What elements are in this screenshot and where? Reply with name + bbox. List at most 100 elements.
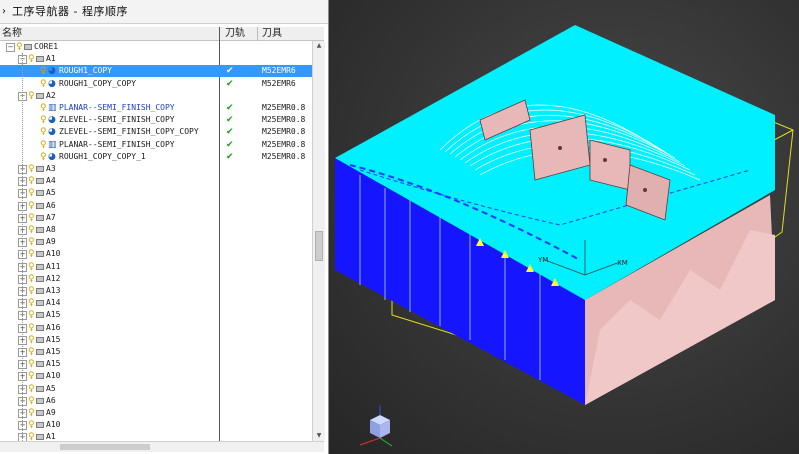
operation-icon: ▥	[48, 139, 57, 150]
tree-item-label: A6	[46, 395, 56, 405]
folder-icon	[36, 410, 44, 416]
graphics-viewport[interactable]: YM XM	[330, 0, 799, 454]
tree-group-row[interactable]: + ♀ A5	[0, 187, 312, 199]
tree-group-row[interactable]: + ♀ A15	[0, 358, 312, 370]
tree-group-row[interactable]: + ♀ A10	[0, 419, 312, 431]
view-triad-icon[interactable]	[359, 405, 393, 447]
folder-icon	[36, 202, 44, 209]
folder-icon	[36, 166, 44, 172]
tree-expander-icon[interactable]: −	[6, 43, 15, 52]
tree-group-row[interactable]: + ♀ A16	[0, 322, 312, 334]
scroll-down-icon[interactable]: ▼	[313, 431, 325, 441]
tree-operation-row[interactable]: ♀ ◕ ZLEVEL--SEMI_FINISH_COPY_COPY ✔ M25EMR0.…	[0, 126, 312, 138]
folder-icon	[36, 214, 44, 221]
tree-operation-row[interactable]: ♀ ▥ PLANAR--SEMI_FINISH_COPY ✔ M25EMR0.8	[0, 102, 312, 114]
folder-icon	[36, 239, 44, 246]
key-icon: ♀	[28, 261, 35, 272]
navigator-title: 工序导航器 - 程序顺序	[12, 5, 128, 18]
column-divider[interactable]	[257, 27, 258, 41]
xm-axis-label: XM	[617, 259, 628, 267]
key-icon: ♀	[40, 127, 47, 138]
scrollbar-thumb[interactable]	[315, 231, 323, 261]
key-icon: ♀	[28, 334, 35, 345]
key-icon: ♀	[40, 151, 47, 162]
tree-item-label: A4	[46, 176, 56, 186]
check-icon: ✔	[226, 115, 234, 126]
tree-group-row[interactable]: + ♀ A7	[0, 212, 312, 224]
column-toolpath-header[interactable]: 刀轨	[225, 27, 245, 40]
tree-group-row[interactable]: + ♀ A6	[0, 200, 312, 212]
tree-group-row[interactable]: + ♀ A9	[0, 236, 312, 248]
tree-item-label: A10	[46, 420, 61, 430]
tree-group-row[interactable]: + ♀ A12	[0, 273, 312, 285]
tree-group-row[interactable]: + ♀ A4	[0, 175, 312, 187]
check-icon: ✔	[226, 103, 234, 113]
tree-group-row[interactable]: − ♀ A1	[0, 53, 312, 65]
tree-group-row[interactable]: + ♀ A10	[0, 370, 312, 382]
tree-group-row[interactable]: + ♀ A5	[0, 383, 312, 395]
check-icon: ✔	[226, 127, 234, 138]
folder-icon	[24, 44, 32, 50]
tree-item-label: A13	[46, 286, 61, 295]
folder-icon	[36, 385, 44, 392]
tree-group-row[interactable]: − ♀ A2	[0, 90, 312, 102]
tree-group-row[interactable]: + ♀ A15	[0, 334, 312, 346]
chevron-right-icon[interactable]: ›	[2, 0, 6, 24]
folder-icon	[36, 312, 44, 319]
key-icon: ♀	[28, 347, 35, 357]
scrollbar-thumb[interactable]	[60, 444, 150, 450]
check-icon: ✔	[226, 66, 234, 77]
tree-group-row[interactable]: + ♀ A15	[0, 309, 312, 321]
tree-item-label: PLANAR--SEMI_FINISH_COPY	[59, 103, 175, 112]
horizontal-scrollbar[interactable]	[0, 441, 324, 452]
tree-operation-row[interactable]: ♀ ▥ PLANAR--SEMI_FINISH_COPY ✔ M25EMR0.8	[0, 139, 312, 151]
tree-item-label: A15	[46, 310, 61, 320]
folder-icon	[36, 373, 44, 380]
tree-group-row[interactable]: − ♀ CORE1	[0, 41, 312, 53]
key-icon: ♀	[28, 237, 35, 248]
key-icon: ♀	[28, 395, 35, 406]
tree-operation-row[interactable]: ♀ ◕ ROUGH1_COPY ✔ M52EMR6	[0, 65, 312, 78]
tree-group-row[interactable]: + ♀ A6	[0, 395, 312, 407]
column-name-header[interactable]: 名称	[2, 27, 22, 40]
key-icon: ♀	[28, 371, 35, 382]
key-icon: ♀	[28, 432, 35, 441]
key-icon: ♀	[40, 139, 47, 150]
key-icon: ♀	[28, 54, 35, 65]
scroll-up-icon[interactable]: ▲	[313, 41, 325, 51]
key-icon: ♀	[40, 115, 47, 126]
vertical-scrollbar[interactable]: ▲ ▼	[312, 41, 325, 441]
folder-icon	[36, 422, 44, 429]
tree-group-row[interactable]: + ♀ A8	[0, 224, 312, 236]
tree-group-row[interactable]: + ♀ A15	[0, 346, 312, 358]
tree-item-label: A16	[46, 322, 61, 332]
folder-icon	[36, 397, 44, 404]
column-tool-header[interactable]: 刀具	[262, 27, 282, 40]
tree-group-row[interactable]: + ♀ A9	[0, 407, 312, 419]
key-icon: ♀	[28, 164, 35, 174]
folder-icon	[36, 300, 44, 307]
tree-group-row[interactable]: + ♀ A3	[0, 163, 312, 175]
tree-group-row[interactable]: + ♀ A11	[0, 261, 312, 273]
tree-group-row[interactable]: + ♀ A10	[0, 248, 312, 260]
tool-name: M52EMR6	[262, 66, 296, 76]
key-icon: ♀	[40, 78, 47, 89]
operation-icon: ◕	[48, 115, 56, 126]
key-icon: ♀	[28, 286, 35, 296]
tree-operation-row[interactable]: ♀ ◕ ZLEVEL--SEMI_FINISH_COPY ✔ M25EMR0.8	[0, 114, 312, 126]
check-icon: ✔	[226, 78, 234, 89]
tree-item-label: A15	[46, 347, 61, 356]
tree-group-row[interactable]: + ♀ A14	[0, 297, 312, 309]
tree-group-row[interactable]: + ♀ A13	[0, 285, 312, 297]
tree-item-label: A5	[46, 383, 56, 393]
tree-operation-row[interactable]: ♀ ◕ ROUGH1_COPY_COPY_1 ✔ M25EMR0.8	[0, 151, 312, 163]
key-icon: ♀	[28, 420, 35, 431]
key-icon: ♀	[28, 359, 35, 370]
tree-item-label: A1	[46, 54, 56, 64]
tree-operation-row[interactable]: ♀ ◕ ROUGH1_COPY_COPY ✔ M52EMR6	[0, 78, 312, 90]
tree-group-row[interactable]: + ♀ A1	[0, 431, 312, 441]
tool-name: M25EMR0.8	[262, 151, 306, 161]
folder-icon	[36, 324, 44, 331]
key-icon: ♀	[28, 408, 35, 418]
tree-item-label: A5	[46, 188, 56, 198]
